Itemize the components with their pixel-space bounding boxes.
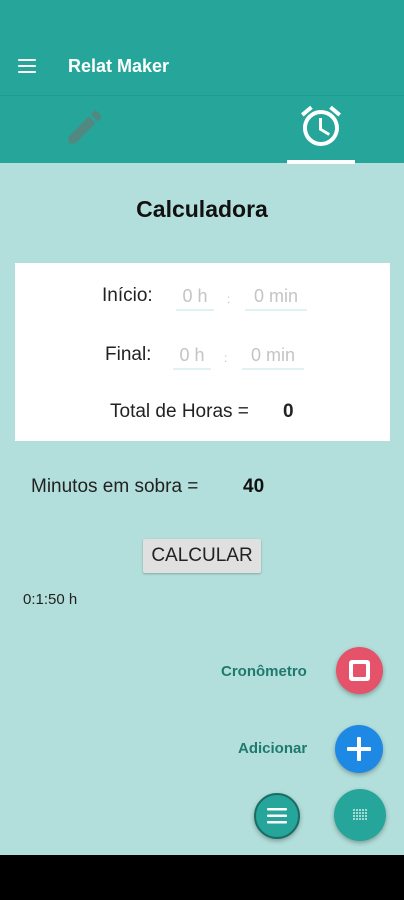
stop-icon: [349, 660, 370, 681]
final-label: Final:: [105, 344, 152, 365]
inicio-row: Início: 0 h : 0 min: [15, 283, 390, 313]
main-fab-button[interactable]: [334, 789, 386, 841]
total-value: 0: [283, 401, 294, 422]
alarm-clock-icon: [301, 105, 341, 146]
final-hours-input[interactable]: 0 h: [173, 342, 211, 370]
final-row: Final: 0 h : 0 min: [15, 342, 390, 372]
timer-readout: 0:1:50 h: [23, 591, 78, 608]
pencil-icon: [68, 110, 102, 144]
final-separator: :: [224, 351, 228, 365]
menu-icon[interactable]: [18, 59, 36, 73]
dots-grid-icon: [353, 809, 367, 820]
app-title: Relat Maker: [68, 56, 170, 76]
inicio-label: Início:: [102, 285, 153, 306]
adicionar-label[interactable]: Adicionar: [238, 740, 307, 757]
tab-report[interactable]: [0, 96, 202, 164]
total-row: Total de Horas = 0: [15, 401, 390, 427]
stopwatch-stop-button[interactable]: [336, 647, 383, 694]
sobra-label: Minutos em sobra =: [31, 476, 199, 497]
app-bar: Relat Maker: [0, 0, 404, 95]
calculate-button[interactable]: CALCULAR: [143, 539, 261, 573]
tab-calculator[interactable]: [202, 96, 404, 164]
system-navigation-bar: [0, 855, 404, 900]
page-title: Calculadora: [136, 196, 268, 222]
tab-indicator: [287, 160, 355, 164]
add-button[interactable]: [335, 725, 383, 773]
inicio-minutes-input[interactable]: 0 min: [245, 283, 307, 311]
list-menu-button[interactable]: [254, 793, 300, 839]
plus-icon: [347, 737, 371, 761]
time-card: Início: 0 h : 0 min Final: 0 h : 0 min T…: [15, 263, 390, 441]
inicio-separator: :: [227, 292, 231, 306]
final-minutes-input[interactable]: 0 min: [242, 342, 304, 370]
cronometro-label[interactable]: Cronômetro: [221, 663, 307, 680]
inicio-hours-input[interactable]: 0 h: [176, 283, 214, 311]
list-icon: [267, 808, 287, 824]
sobra-value: 40: [243, 476, 265, 497]
total-label: Total de Horas =: [110, 401, 249, 422]
tab-bar: [0, 95, 404, 164]
